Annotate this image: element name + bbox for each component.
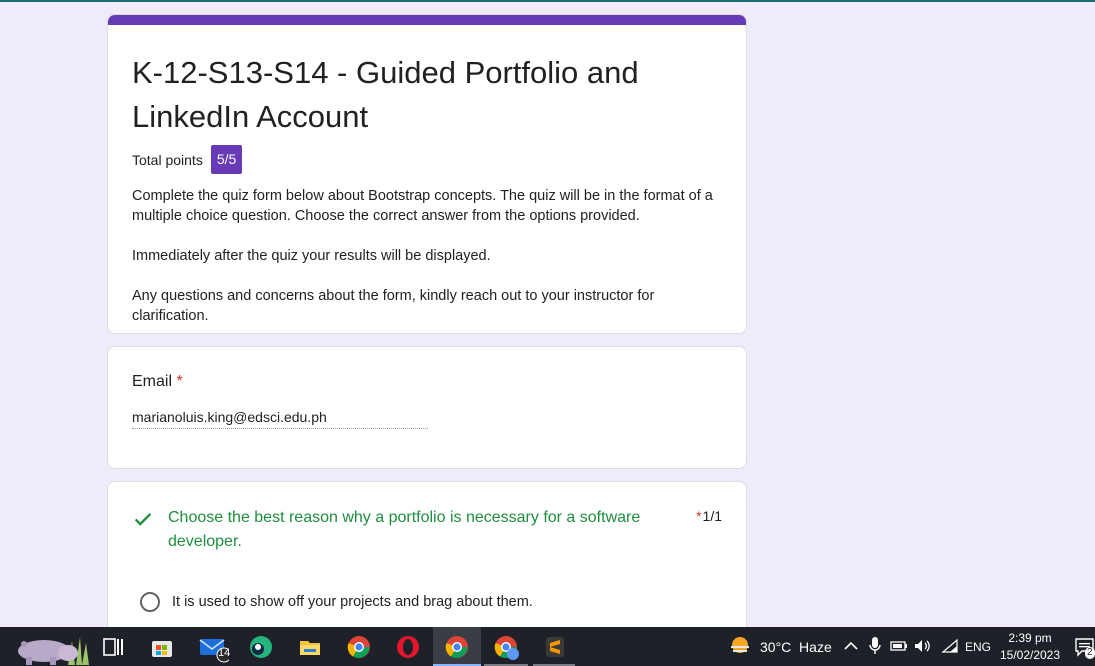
hippo-widget-icon[interactable] — [10, 629, 90, 665]
email-label: Email * — [132, 373, 722, 391]
chrome-icon[interactable] — [347, 635, 371, 659]
required-asterisk: * — [696, 508, 702, 524]
total-points-badge: 5/5 — [210, 145, 243, 174]
form-title: K-12-S13-S14 - Guided Portfolio and Link… — [132, 55, 639, 134]
battery-icon[interactable] — [889, 637, 909, 655]
question-score: *1/1 — [696, 508, 722, 554]
weather-haze-icon[interactable] — [728, 635, 752, 659]
radio-button[interactable] — [140, 592, 160, 612]
opera-icon[interactable] — [396, 635, 420, 659]
task-view-icon[interactable] — [101, 635, 125, 659]
required-asterisk: * — [176, 373, 183, 390]
volume-icon[interactable] — [913, 637, 933, 655]
wifi-icon[interactable] — [940, 637, 960, 655]
option-label: It is used to show off your projects and… — [172, 594, 533, 610]
clock-time: 2:39 pm — [1008, 631, 1052, 645]
email-field[interactable]: marianoluis.king@edsci.edu.ph — [132, 409, 428, 429]
clock-date: 15/02/2023 — [999, 648, 1061, 662]
chevron-up-icon[interactable] — [842, 637, 860, 655]
question-text: Choose the best reason why a portfolio i… — [168, 509, 641, 550]
file-explorer-icon[interactable] — [298, 635, 322, 659]
score-value: 1/1 — [702, 508, 722, 524]
email-card: Email * marianoluis.king@edsci.edu.ph — [107, 346, 747, 469]
question-header: Choose the best reason why a portfolio i… — [132, 506, 722, 554]
form-description: Complete the quiz form below about Boots… — [132, 186, 722, 326]
description-paragraph: Immediately after the quiz your results … — [132, 248, 491, 264]
total-points-row: Total points 5/5 — [132, 145, 722, 174]
chrome-profile-icon[interactable] — [494, 635, 519, 660]
microphone-icon[interactable] — [867, 636, 883, 656]
taskbar: 14 30°C Haze ENG 2:39 pm 15/02/2023 2 — [0, 627, 1095, 666]
browser-app-icon[interactable] — [249, 635, 273, 659]
form-header-card: K-12-S13-S14 - Guided Portfolio and Link… — [107, 14, 747, 334]
description-paragraph: Any questions and concerns about the for… — [132, 288, 655, 324]
total-points-label: Total points — [132, 151, 203, 168]
check-icon — [132, 508, 158, 554]
notification-badge: 2 — [1085, 647, 1095, 659]
language-indicator[interactable]: ENG — [965, 640, 991, 654]
window-top-edge — [0, 0, 1095, 2]
weather-text[interactable]: 30°C Haze — [760, 639, 832, 655]
microsoft-store-icon[interactable] — [150, 635, 174, 659]
option-row[interactable]: It is used to show off your projects and… — [140, 592, 746, 612]
accent-bar — [108, 15, 746, 25]
description-paragraph: Complete the quiz form below about Boots… — [132, 188, 713, 224]
clock[interactable]: 2:39 pm 15/02/2023 — [997, 630, 1063, 664]
chrome-active-icon[interactable] — [445, 635, 469, 659]
sublime-text-icon[interactable] — [543, 635, 567, 659]
email-label-text: Email — [132, 373, 173, 390]
mail-badge-count: 14 — [218, 647, 231, 659]
